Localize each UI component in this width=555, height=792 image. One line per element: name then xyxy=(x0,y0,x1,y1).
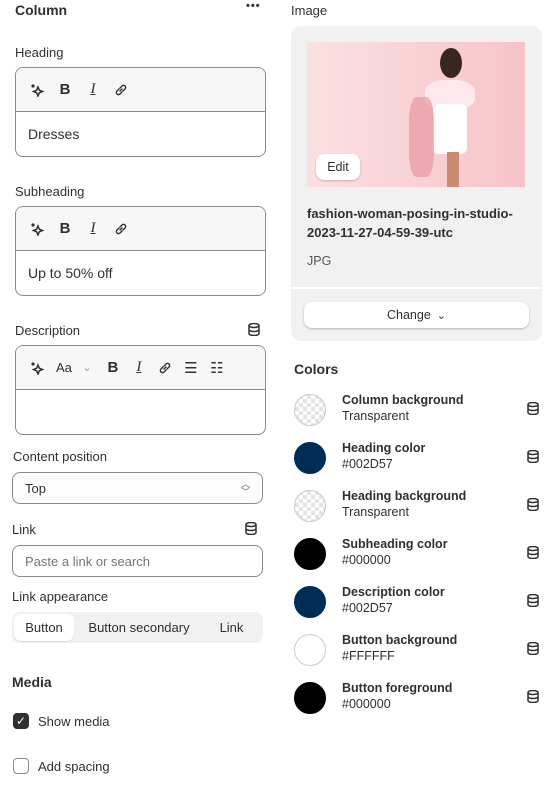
color-setting-row[interactable]: Heading background Transparent xyxy=(294,489,544,530)
heading-input[interactable]: Dresses xyxy=(16,112,265,156)
change-image-button[interactable]: Change ⌄ xyxy=(304,302,529,328)
numbered-list-icon[interactable]: ☷ xyxy=(210,359,224,377)
color-setting-row[interactable]: Column background Transparent xyxy=(294,393,544,434)
divider xyxy=(291,287,542,289)
content-position-label: Content position xyxy=(13,449,107,464)
dynamic-source-icon[interactable] xyxy=(527,594,539,607)
color-value: Transparent xyxy=(342,505,409,519)
dynamic-source-icon[interactable] xyxy=(527,546,539,559)
add-spacing-label: Add spacing xyxy=(38,759,110,774)
ai-sparkle-icon[interactable] xyxy=(30,361,44,375)
link-input[interactable] xyxy=(12,545,263,577)
bold-button[interactable]: B xyxy=(106,359,120,376)
color-setting-row[interactable]: Subheading color #000000 xyxy=(294,537,544,578)
italic-button[interactable]: I xyxy=(86,81,100,98)
image-label: Image xyxy=(291,3,328,18)
show-media-checkbox[interactable]: ✓ xyxy=(13,713,29,729)
ai-sparkle-icon[interactable] xyxy=(30,222,44,236)
color-setting-row[interactable]: Description color #002D57 xyxy=(294,585,544,626)
selected-value: Top xyxy=(25,480,46,496)
show-media-label: Show media xyxy=(38,714,110,729)
dynamic-source-icon[interactable] xyxy=(245,522,257,535)
color-value: #FFFFFF xyxy=(342,649,395,663)
color-name: Button foreground xyxy=(342,681,453,695)
bullet-list-icon[interactable]: ☰ xyxy=(184,359,198,377)
color-swatch[interactable] xyxy=(294,586,326,618)
dynamic-source-icon[interactable] xyxy=(527,642,539,655)
option-link[interactable]: Link xyxy=(204,614,259,641)
color-setting-row[interactable]: Button foreground #000000 xyxy=(294,681,544,722)
section-title: Column xyxy=(15,2,68,18)
dynamic-source-icon[interactable] xyxy=(527,402,539,415)
color-value: #002D57 xyxy=(342,457,393,471)
dynamic-source-icon[interactable] xyxy=(248,323,260,336)
content-position-select[interactable]: Top ︿ ﹀ xyxy=(12,472,263,504)
description-editor: Aa ⌄ B I ☰ ☷ xyxy=(15,345,266,435)
chevron-down-icon: ⌄ xyxy=(436,309,446,322)
color-name: Subheading color xyxy=(342,537,448,551)
color-value: Transparent xyxy=(342,409,409,423)
color-name: Description color xyxy=(342,585,445,599)
more-options-button[interactable]: ••• xyxy=(246,0,261,12)
dynamic-source-icon[interactable] xyxy=(527,498,539,511)
color-setting-row[interactable]: Button background #FFFFFF xyxy=(294,633,544,674)
color-name: Heading color xyxy=(342,441,426,455)
color-swatch[interactable] xyxy=(294,682,326,714)
ai-sparkle-icon[interactable] xyxy=(30,83,44,97)
color-value: #000000 xyxy=(342,697,391,711)
option-button[interactable]: Button xyxy=(14,614,74,641)
add-spacing-checkbox[interactable] xyxy=(13,758,29,774)
dynamic-source-icon[interactable] xyxy=(527,690,539,703)
image-filename: fashion-woman-posing-in-studio- 2023-11-2… xyxy=(307,206,513,240)
color-swatch[interactable] xyxy=(294,490,326,522)
color-value: #002D57 xyxy=(342,601,393,615)
description-input[interactable] xyxy=(16,390,265,418)
link-icon[interactable] xyxy=(114,83,128,97)
color-swatch[interactable] xyxy=(294,634,326,666)
subheading-label: Subheading xyxy=(15,184,85,199)
color-name: Column background xyxy=(342,393,464,407)
chevron-down-icon: ⌄ xyxy=(82,362,92,374)
subheading-editor: B I Up to 50% off xyxy=(15,206,266,296)
link-appearance-label: Link appearance xyxy=(12,589,109,604)
bold-button[interactable]: B xyxy=(58,81,72,98)
color-swatch[interactable] xyxy=(294,538,326,570)
subheading-input[interactable]: Up to 50% off xyxy=(16,251,265,295)
italic-button[interactable]: I xyxy=(132,359,146,376)
color-swatch[interactable] xyxy=(294,394,326,426)
select-chevrons-icon: ︿ ﹀ xyxy=(240,479,250,497)
edit-image-button[interactable]: Edit xyxy=(316,154,360,180)
link-icon[interactable] xyxy=(158,361,172,375)
link-icon[interactable] xyxy=(114,222,128,236)
colors-title: Colors xyxy=(294,361,339,377)
description-label: Description xyxy=(15,323,81,338)
media-title: Media xyxy=(12,674,52,690)
link-appearance-segmented: Button Button secondary Link xyxy=(12,612,263,643)
option-button-secondary[interactable]: Button secondary xyxy=(74,614,204,641)
italic-button[interactable]: I xyxy=(86,220,100,237)
bold-button[interactable]: B xyxy=(58,220,72,237)
image-card: Edit fashion-woman-posing-in-studio- 2023… xyxy=(291,26,542,341)
link-label: Link xyxy=(12,522,36,537)
heading-label: Heading xyxy=(15,45,64,60)
color-setting-row[interactable]: Heading color #002D57 xyxy=(294,441,544,482)
heading-editor: B I Dresses xyxy=(15,67,266,157)
color-swatch[interactable] xyxy=(294,442,326,474)
color-name: Button background xyxy=(342,633,458,647)
color-value: #000000 xyxy=(342,553,391,567)
image-type: JPG xyxy=(307,254,332,268)
dynamic-source-icon[interactable] xyxy=(527,450,539,463)
color-name: Heading background xyxy=(342,489,467,503)
text-style-dropdown[interactable]: Aa xyxy=(56,360,72,375)
